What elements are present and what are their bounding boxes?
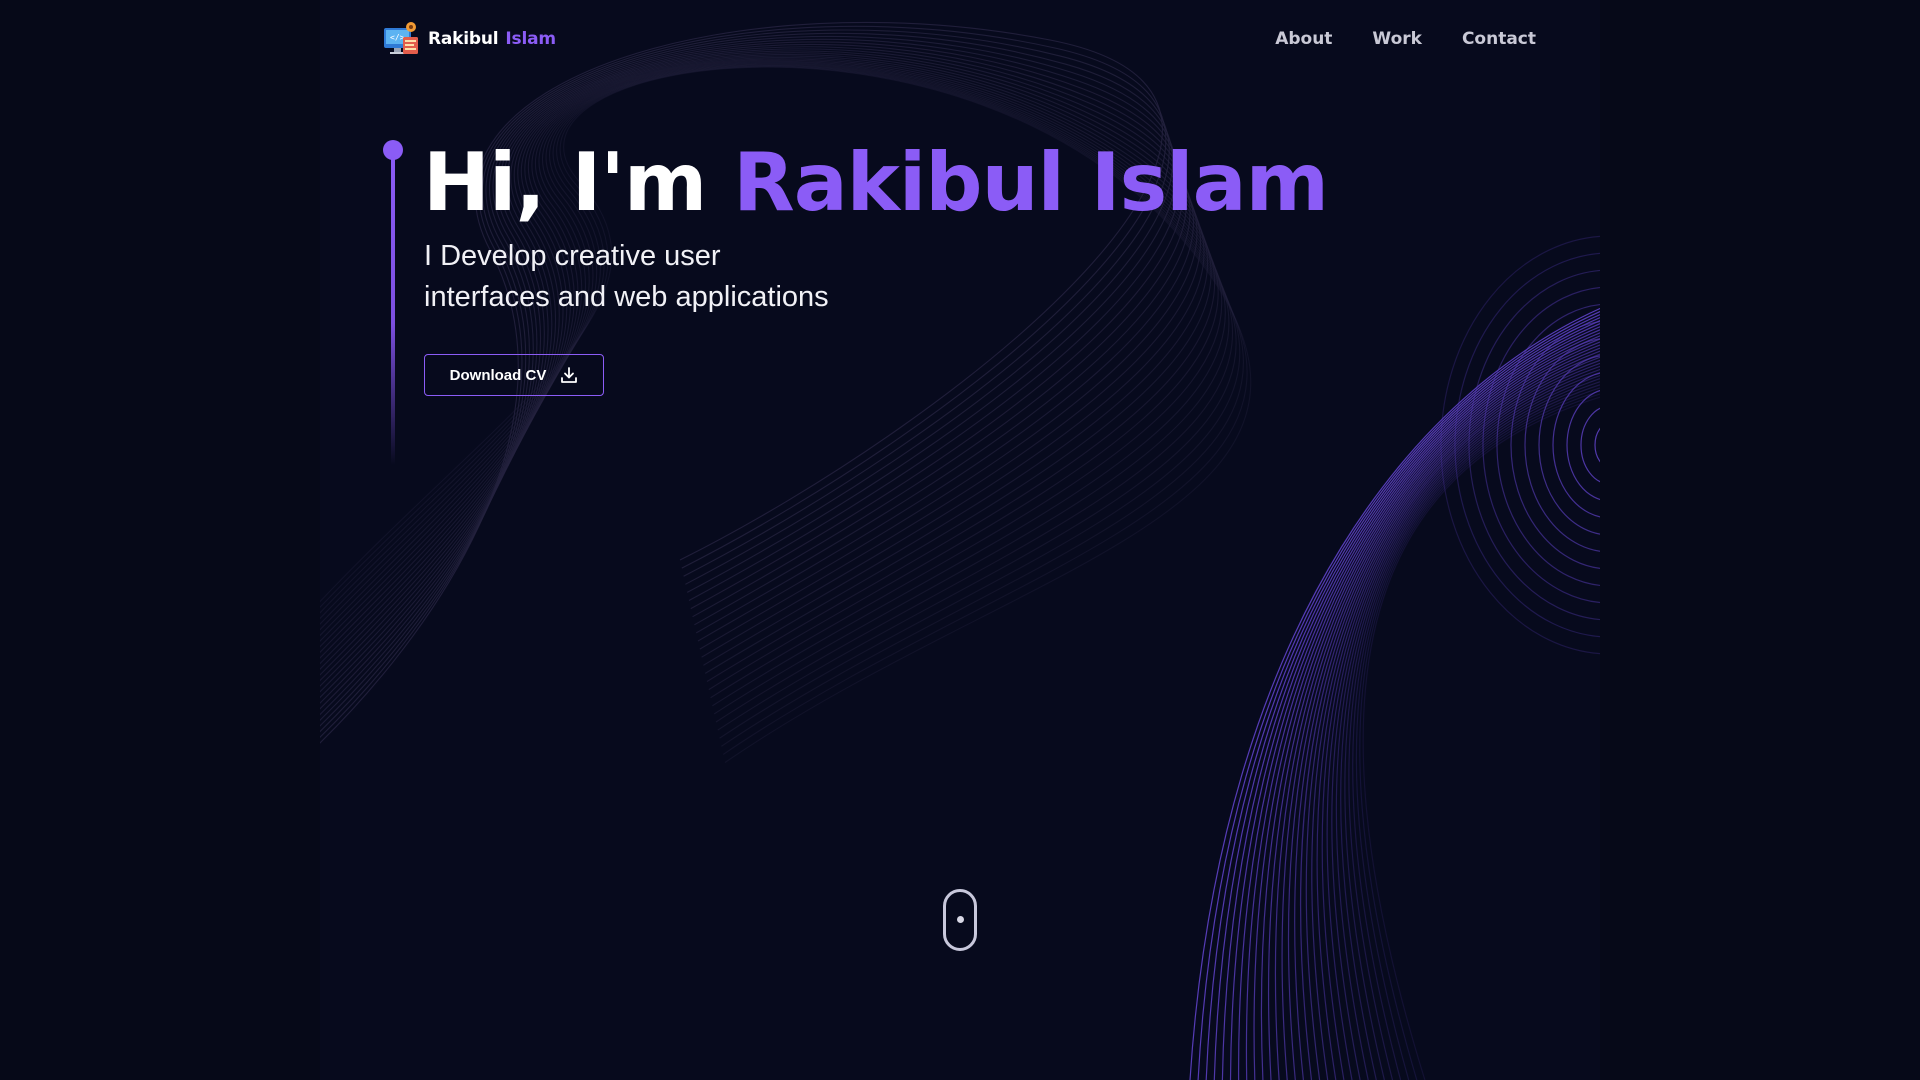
portfolio-page: </> Rakibul Islam About Work Contact Hi,… <box>320 0 1600 1080</box>
timeline-line <box>391 150 395 465</box>
hero-tagline: I Develop creative user interfaces and we… <box>424 236 944 318</box>
viewport-background: </> Rakibul Islam About Work Contact Hi,… <box>0 0 1920 1080</box>
download-cv-label: Download CV <box>449 366 547 384</box>
hero-tagline-line2: interfaces and web applications <box>424 281 829 313</box>
brand-first-name: Rakibul <box>428 29 499 49</box>
brand-last-name: Islam <box>505 29 556 49</box>
developer-monitor-icon: </> <box>384 22 418 54</box>
nav-link-contact[interactable]: Contact <box>1462 29 1536 49</box>
hero-name: Rakibul Islam <box>733 136 1329 229</box>
svg-text:</>: </> <box>390 33 405 42</box>
download-cv-button[interactable]: Download CV <box>424 354 604 396</box>
top-navbar: </> Rakibul Islam About Work Contact <box>383 20 1538 58</box>
nav-link-about[interactable]: About <box>1275 29 1332 49</box>
brand-name: Rakibul Islam <box>428 29 556 49</box>
brand-logo-link[interactable]: </> Rakibul Islam <box>383 21 556 57</box>
download-icon <box>561 367 578 383</box>
hero-heading: Hi, I'm Rakibul Islam <box>423 135 1329 231</box>
nav-links: About Work Contact <box>1275 29 1536 49</box>
mouse-scroll-icon[interactable] <box>943 889 977 951</box>
mouse-scroll-wheel <box>957 916 964 923</box>
hero-tagline-line1: I Develop creative user <box>424 240 721 272</box>
hero-greeting: Hi, I'm <box>423 136 707 229</box>
nav-link-work[interactable]: Work <box>1372 29 1422 49</box>
